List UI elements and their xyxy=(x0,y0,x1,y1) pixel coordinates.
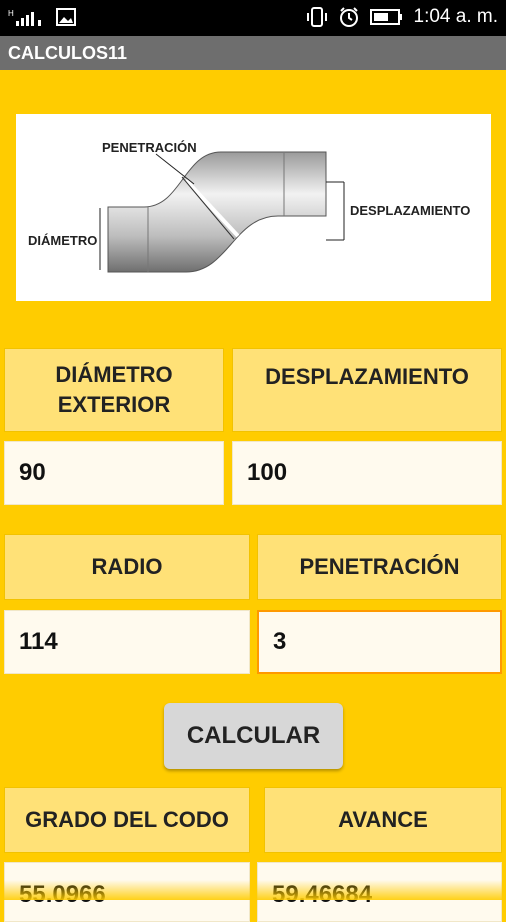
status-bar: H 1:04 a. m. xyxy=(0,0,506,36)
vibrate-icon xyxy=(306,7,327,27)
battery-icon xyxy=(369,9,402,25)
desplazamiento-value: 100 xyxy=(247,459,288,486)
diametro-label-line1: DIÁMETRO xyxy=(55,362,173,387)
avance-label-text: AVANCE xyxy=(338,807,428,832)
diametro-label: DIÁMETRO xyxy=(28,233,97,248)
radio-value: 114 xyxy=(19,628,58,655)
status-right: 1:04 a. m. xyxy=(306,6,499,28)
penetracion-header: PENETRACIÓN xyxy=(257,534,502,600)
calcular-button[interactable]: CALCULAR xyxy=(164,703,343,769)
diametro-exterior-label: DIÁMETRO EXTERIOR xyxy=(4,348,224,432)
penetracion-label-text: PENETRACIÓN xyxy=(299,554,460,579)
penetracion-value: 3 xyxy=(273,628,287,655)
radio-input[interactable]: 114 xyxy=(4,610,250,674)
app-title-bar: CALCULOS11 xyxy=(0,36,506,70)
desplazamiento-label: DESPLAZAMIENTO xyxy=(350,203,470,218)
app-title: CALCULOS11 xyxy=(8,43,128,63)
pipe-illustration: PENETRACIÓN DESPLAZAMIENTO DIÁMETRO xyxy=(28,140,470,273)
radio-label-text: RADIO xyxy=(91,554,163,579)
diametro-input[interactable]: 90 xyxy=(4,441,224,505)
diametro-label-line2: EXTERIOR xyxy=(57,392,171,417)
desplazamiento-header: DESPLAZAMIENTO xyxy=(232,348,502,432)
penetracion-input[interactable]: 3 xyxy=(257,610,502,674)
diametro-value: 90 xyxy=(19,459,46,486)
clock: 1:04 a. m. xyxy=(413,6,499,27)
grado-label-text: GRADO DEL CODO xyxy=(25,807,229,832)
avance-header: AVANCE xyxy=(264,787,502,853)
radio-header: RADIO xyxy=(4,534,250,600)
desplazamiento-input[interactable]: 100 xyxy=(232,441,502,505)
pipe-offset-diagram: PENETRACIÓN DESPLAZAMIENTO DIÁMETRO xyxy=(16,114,491,301)
alarm-icon xyxy=(339,7,358,27)
desplazamiento-label-text: DESPLAZAMIENTO xyxy=(265,364,469,389)
image-icon xyxy=(56,8,76,26)
signal-icon: H xyxy=(8,9,41,26)
penetracion-label: PENETRACIÓN xyxy=(102,140,197,155)
grado-header: GRADO DEL CODO xyxy=(4,787,250,853)
bottom-fade xyxy=(0,880,506,900)
status-left: H xyxy=(8,7,76,27)
svg-text:H: H xyxy=(8,9,14,18)
